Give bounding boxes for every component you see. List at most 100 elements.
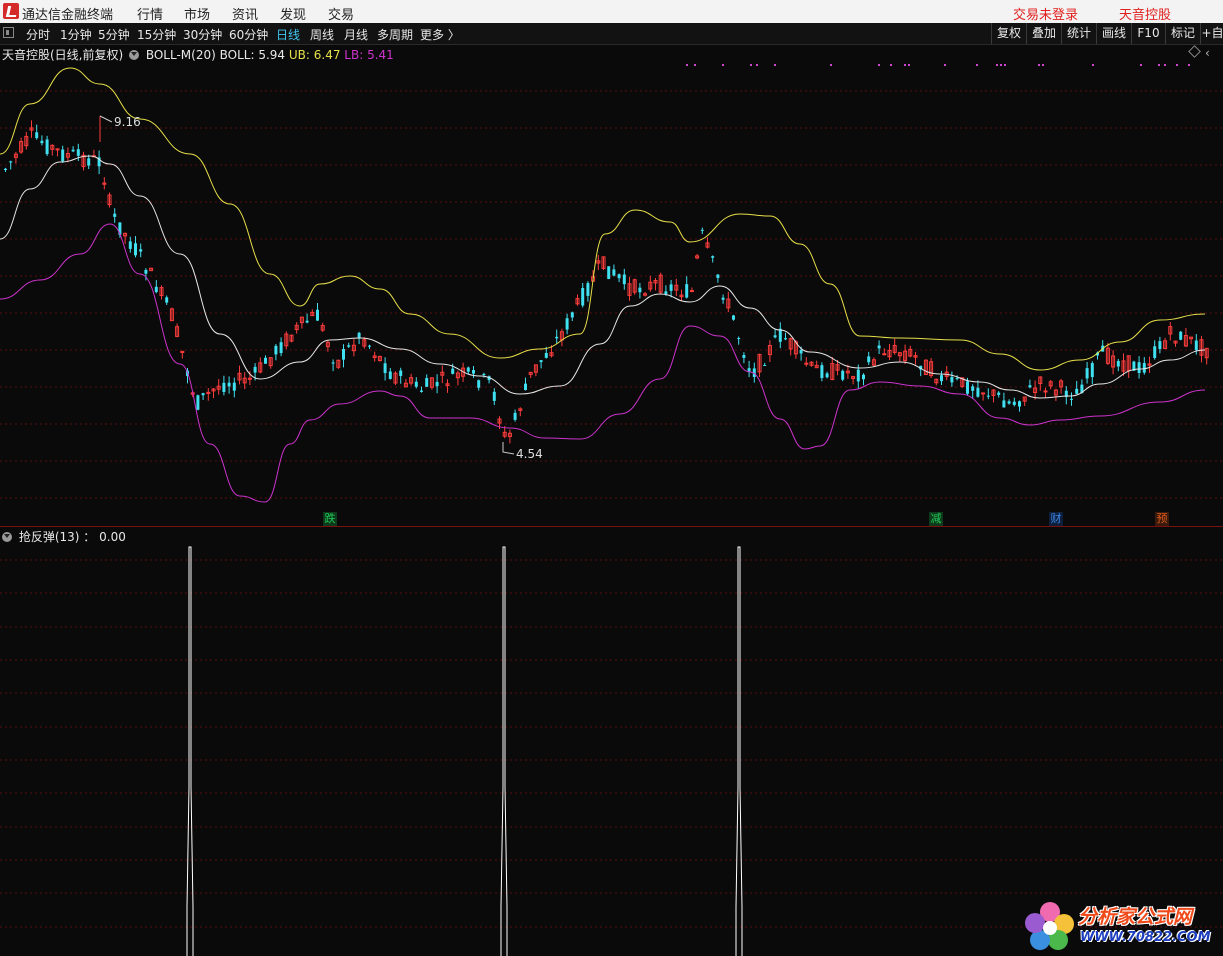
low-price-label: 4.54 (516, 447, 543, 461)
event-marker-reduce[interactable]: 减 (929, 512, 943, 526)
period-5min[interactable]: 5分钟 (98, 26, 130, 43)
period-weekly[interactable]: 周线 (310, 26, 334, 43)
candle-body (763, 364, 767, 366)
candle-body (622, 274, 626, 285)
candle-body (778, 328, 782, 342)
candle-body (1090, 363, 1094, 378)
candle-body (664, 291, 668, 295)
menu-discover[interactable]: 发现 (280, 4, 306, 23)
boll-mid-line (0, 155, 1206, 399)
menu-quotes[interactable]: 行情 (137, 4, 163, 23)
menu-news[interactable]: 资讯 (232, 4, 258, 23)
candle-body (513, 412, 517, 420)
signal-dot (1176, 64, 1178, 66)
candle-body (617, 274, 621, 279)
event-marker-forecast[interactable]: 预 (1155, 512, 1169, 526)
candle-body (144, 269, 148, 274)
signal-dot (1004, 64, 1006, 66)
candle-body (492, 391, 496, 401)
candle-body (950, 376, 954, 383)
candle-body (435, 381, 439, 387)
candle-body (399, 370, 403, 376)
candle-body (737, 338, 741, 340)
candle-body (804, 362, 809, 365)
current-stock-name[interactable]: 天音控股 (1119, 4, 1171, 23)
watermark-title: 分析家公式网 (1078, 906, 1193, 928)
rebound-indicator-chart[interactable] (0, 527, 1223, 956)
trade-login-status[interactable]: 交易未登录 (1013, 4, 1078, 23)
candle-body (607, 266, 611, 279)
watermark-url: WWW.70822.COM (1080, 930, 1211, 945)
candle-body (134, 243, 137, 256)
candle-body (274, 345, 278, 355)
period-30min[interactable]: 30分钟 (183, 26, 222, 43)
candle-body (451, 368, 455, 374)
candle-body (113, 213, 117, 217)
high-price-label: 9.16 (114, 115, 141, 129)
drawing-button[interactable]: 画线 (1096, 23, 1131, 44)
candle-body (976, 387, 980, 397)
signal-dot (750, 64, 752, 66)
menu-trade[interactable]: 交易 (328, 4, 354, 23)
app-name: 通达信金融终端 (22, 8, 114, 23)
signal-spike (186, 546, 194, 956)
rights-adjust-button[interactable]: 复权 (991, 23, 1026, 44)
candle-body (986, 395, 990, 397)
event-marker-drop[interactable]: 跌 (323, 512, 337, 526)
period-monthly[interactable]: 月线 (344, 26, 368, 43)
candle-body (1070, 398, 1073, 400)
candle-body (71, 149, 75, 152)
candle-body (1158, 341, 1162, 349)
signal-dot (1092, 64, 1094, 66)
candle-body (867, 356, 871, 363)
statistics-button[interactable]: 统计 (1061, 23, 1096, 44)
candle-body (4, 168, 7, 171)
candle-body (940, 375, 943, 382)
period-60min[interactable]: 60分钟 (229, 26, 268, 43)
f10-button[interactable]: F10 (1131, 23, 1165, 44)
period-toolbar: 分时 1分钟 5分钟 15分钟 30分钟 60分钟 日线 周线 月线 多周期 更… (0, 23, 1223, 45)
signal-dot (976, 64, 978, 66)
period-daily[interactable]: 日线 (276, 26, 300, 43)
candle-body (721, 297, 725, 300)
candle-body (196, 395, 200, 410)
candle-body (1075, 388, 1079, 394)
period-15min[interactable]: 15分钟 (137, 26, 176, 43)
menu-market[interactable]: 市场 (184, 4, 210, 23)
top-signal-dots (686, 64, 1190, 66)
candle-body (1043, 390, 1048, 393)
candle-body (1012, 401, 1016, 405)
low-annotation: 4.54 (502, 442, 543, 461)
signal-spike (735, 546, 743, 956)
period-1min[interactable]: 1分钟 (60, 26, 92, 43)
candle-body (331, 362, 335, 364)
add-favorite-button[interactable]: +自 (1200, 23, 1223, 44)
candle-body (825, 373, 829, 378)
period-more[interactable]: 更多 〉 (420, 26, 460, 43)
candle-body (139, 249, 143, 252)
candle-body (955, 378, 959, 380)
candle-body (966, 381, 969, 394)
signal-dot (1038, 64, 1040, 66)
candle-body (368, 345, 371, 347)
candle-body (316, 309, 319, 321)
mark-button[interactable]: 标记 (1165, 23, 1200, 44)
overlay-button[interactable]: 叠加 (1026, 23, 1061, 44)
layout-toggle-icon[interactable] (3, 27, 14, 38)
candle-body (1028, 385, 1032, 388)
signal-dot (1140, 64, 1142, 66)
candle-body (165, 297, 169, 303)
candle-body (997, 392, 1001, 395)
period-timeshare[interactable]: 分时 (26, 26, 50, 43)
candle-body (342, 349, 345, 360)
candlestick-chart[interactable]: 9.16 4.54 (0, 44, 1223, 526)
candle-body (305, 320, 309, 323)
candle-body (1194, 340, 1198, 351)
period-multi[interactable]: 多周期 (377, 26, 413, 43)
candle-body (877, 345, 881, 349)
signal-dot (756, 64, 758, 66)
candle-body (524, 383, 527, 390)
main-grid (0, 90, 1223, 499)
signal-dot (1000, 64, 1002, 66)
event-marker-finance[interactable]: 财 (1049, 512, 1063, 526)
